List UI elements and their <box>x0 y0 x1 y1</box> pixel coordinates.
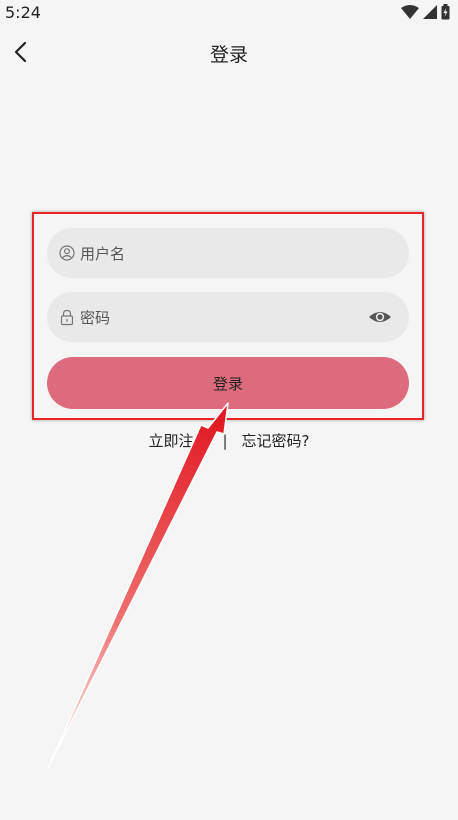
register-link[interactable]: 立即注册 <box>148 430 208 451</box>
user-icon <box>59 245 75 261</box>
status-icons <box>401 4 450 20</box>
status-time: 5:24 <box>5 3 41 22</box>
page-title: 登录 <box>209 44 248 66</box>
battery-icon <box>441 4 450 20</box>
status-bar: 5:24 <box>0 0 458 26</box>
signal-icon <box>423 5 437 19</box>
auth-links: 立即注册 | 忘记密码? <box>0 430 458 451</box>
username-placeholder: 用户名 <box>80 244 126 263</box>
wifi-icon <box>401 5 419 19</box>
forgot-password-link[interactable]: 忘记密码? <box>242 430 310 451</box>
lock-icon <box>59 309 75 325</box>
password-field[interactable]: 密码 <box>47 292 409 342</box>
login-page: 5:24 登录 用户名 密码 登录 立即注册 | 忘记密码? <box>0 0 458 820</box>
login-button[interactable]: 登录 <box>47 357 409 409</box>
link-separator: | <box>222 432 228 450</box>
password-placeholder: 密码 <box>80 308 111 327</box>
login-form: 用户名 密码 登录 <box>32 212 424 420</box>
eye-icon[interactable] <box>368 306 392 328</box>
username-field[interactable]: 用户名 <box>47 228 409 278</box>
nav-bar: 登录 <box>0 30 458 74</box>
